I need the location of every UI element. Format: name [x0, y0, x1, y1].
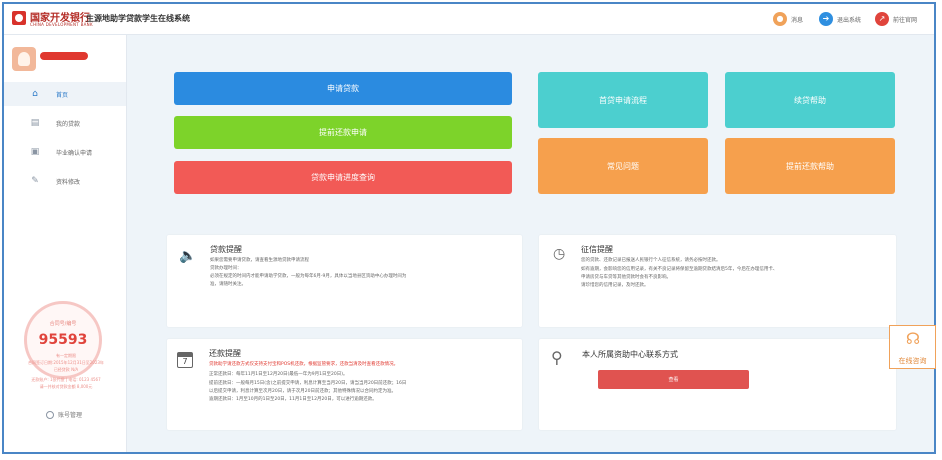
bank-name-en: CHINA DEVELOPMENT BANK	[30, 22, 93, 27]
official-site-button[interactable]: ↗ 前往官网	[875, 10, 917, 28]
card-line: 必须在规定的时间内才能申请助学贷款，一般为每年6月-9月，具体以当地县区资助中心…	[210, 274, 407, 279]
bell-icon: ●	[773, 12, 787, 26]
sidebar-item-label: 毕业确认申请	[56, 149, 93, 157]
contract-note: 请一并核对贷款金额 8,000元	[39, 384, 93, 389]
sidebar-item-my-loans[interactable]: ▤ 我的贷款	[4, 111, 126, 135]
card-line: 准，请随时关注。	[210, 282, 246, 287]
official-site-label: 前往官网	[893, 16, 918, 24]
graduation-icon: ▣	[30, 146, 40, 157]
calendar-day: 7	[182, 357, 188, 366]
document-icon: ▤	[30, 117, 40, 128]
repay-notice-card: 7 还款提醒 贷款助学请还款方式仅支持支付宝和POS机还款，根据监管要求，还款当…	[167, 339, 522, 430]
card-line-warning: 贷款助学请还款方式仅支持支付宝和POS机还款，根据监管要求，还款当清及时查看还款…	[209, 362, 399, 367]
logout-button[interactable]: ➔ 退出系统	[819, 10, 861, 28]
card-line: 您的贷款、还款记录已报送人民银行个人征信系统，请务必按时还款。	[581, 258, 721, 263]
card-title: 还款提醒	[209, 349, 241, 358]
online-consult-label: 在线咨询	[898, 357, 927, 365]
edit-icon: ✎	[31, 175, 39, 186]
alarm-clock-icon: ◷	[553, 246, 566, 262]
card-line: 如有逾期，会影响您的信用记录，有关不良记录将保留至逾期贷款结清后5年，今后在办理…	[581, 267, 778, 272]
card-title: 贷款提醒	[210, 245, 242, 254]
sidebar-item-label: 资料修改	[56, 178, 81, 186]
renew-help-button[interactable]: 续贷帮助	[725, 72, 895, 128]
logout-label: 退出系统	[837, 16, 862, 24]
sidebar-item-edit-info[interactable]: ✎ 资料修改	[4, 169, 126, 193]
account-manage-link[interactable]: 账号管理	[46, 410, 82, 419]
card-line: 正常还款日：每年11月1日至12月20日(最低一年为9月1日至20日)。	[209, 372, 348, 377]
card-line: 以后提交申请，利息计算至次月20日，请于次月20日前还款；其他特殊情况以合同约定…	[209, 389, 396, 394]
card-line: 申请房贷与车贷等其他贷款时会有不良影响。	[581, 275, 671, 280]
card-title: 本人所属资助中心联系方式	[582, 350, 678, 359]
view-contact-button[interactable]: 查看	[598, 370, 749, 389]
top-bar: 国家开发银行 CHINA DEVELOPMENT BANK 生源地助学贷款学生在…	[4, 4, 934, 35]
contract-note: 已经贷款 N/A	[53, 367, 79, 372]
sidebar-item-label: 首页	[56, 91, 69, 99]
sidebar-item-home[interactable]: ⌂ 首页	[4, 82, 126, 106]
card-line: 逾期还款日：1月至10月的1日至20日，11月1日至12月20日，可以进行逾期还…	[209, 397, 377, 402]
username-redacted	[40, 52, 88, 60]
card-line: 提前还款日：一般每月15日(含)之前提交申请，利息计算至当月20日，请当当月20…	[209, 381, 407, 386]
messages-button[interactable]: ● 消息	[773, 10, 803, 28]
sidebar-item-graduation-confirm[interactable]: ▣ 毕业确认申请	[4, 140, 126, 164]
first-loan-process-button[interactable]: 首贷申请流程	[538, 72, 708, 128]
contact-card: ⚲ 本人所属资助中心联系方式 查看	[539, 339, 896, 430]
contract-note: 还款账户: 1张代偿 | 电话: 0123 4567	[31, 377, 101, 382]
calendar-icon: 7	[177, 352, 193, 368]
home-icon: ⌂	[32, 88, 38, 99]
external-link-icon: ↗	[875, 12, 889, 26]
headset-icon: ☊	[905, 329, 921, 348]
card-line: 如果您需要申请贷款，请查看生源地贷款申请流程	[210, 258, 309, 263]
bank-logo-icon	[12, 11, 26, 25]
messages-label: 消息	[791, 16, 804, 24]
contract-note: 有一定期限	[56, 353, 76, 358]
prepay-help-button[interactable]: 提前还款帮助	[725, 138, 895, 194]
avatar[interactable]	[12, 47, 36, 71]
card-title: 征信提醒	[581, 245, 613, 254]
contract-number: 95593	[38, 332, 88, 348]
online-consult-button[interactable]: ☊ 在线咨询	[889, 325, 936, 369]
contract-note: 合同签订日期:2015年12月31日至2023年	[28, 360, 104, 365]
speaker-icon: 🔈	[179, 248, 197, 264]
shield-icon	[46, 410, 54, 419]
sidebar: ⌂ 首页 ▤ 我的贷款 ▣ 毕业确认申请 ✎ 资料修改 合同号/编号 95593…	[4, 35, 127, 452]
prepay-apply-button[interactable]: 提前还款申请	[174, 116, 512, 149]
apply-loan-button[interactable]: 申请贷款	[174, 72, 512, 105]
faq-button[interactable]: 常见问题	[538, 138, 708, 194]
logout-icon: ➔	[819, 12, 833, 26]
contract-label: 合同号/编号	[49, 321, 77, 327]
search-icon: ⚲	[551, 348, 563, 367]
account-manage-label: 账号管理	[58, 412, 83, 419]
progress-query-button[interactable]: 贷款申请进度查询	[174, 161, 512, 194]
sidebar-item-label: 我的贷款	[56, 120, 81, 128]
card-line: 请珍惜您的信用记录，及时还款。	[581, 283, 649, 288]
credit-notice-card: ◷ 征信提醒 您的贷款、还款记录已报送人民银行个人征信系统，请务必按时还款。 如…	[539, 235, 896, 327]
card-line: 贷款办理时间：	[210, 266, 242, 271]
system-title: 生源地助学贷款学生在线系统	[86, 14, 190, 23]
loan-notice-card: 🔈 贷款提醒 如果您需要申请贷款，请查看生源地贷款申请流程 贷款办理时间： 必须…	[167, 235, 522, 327]
